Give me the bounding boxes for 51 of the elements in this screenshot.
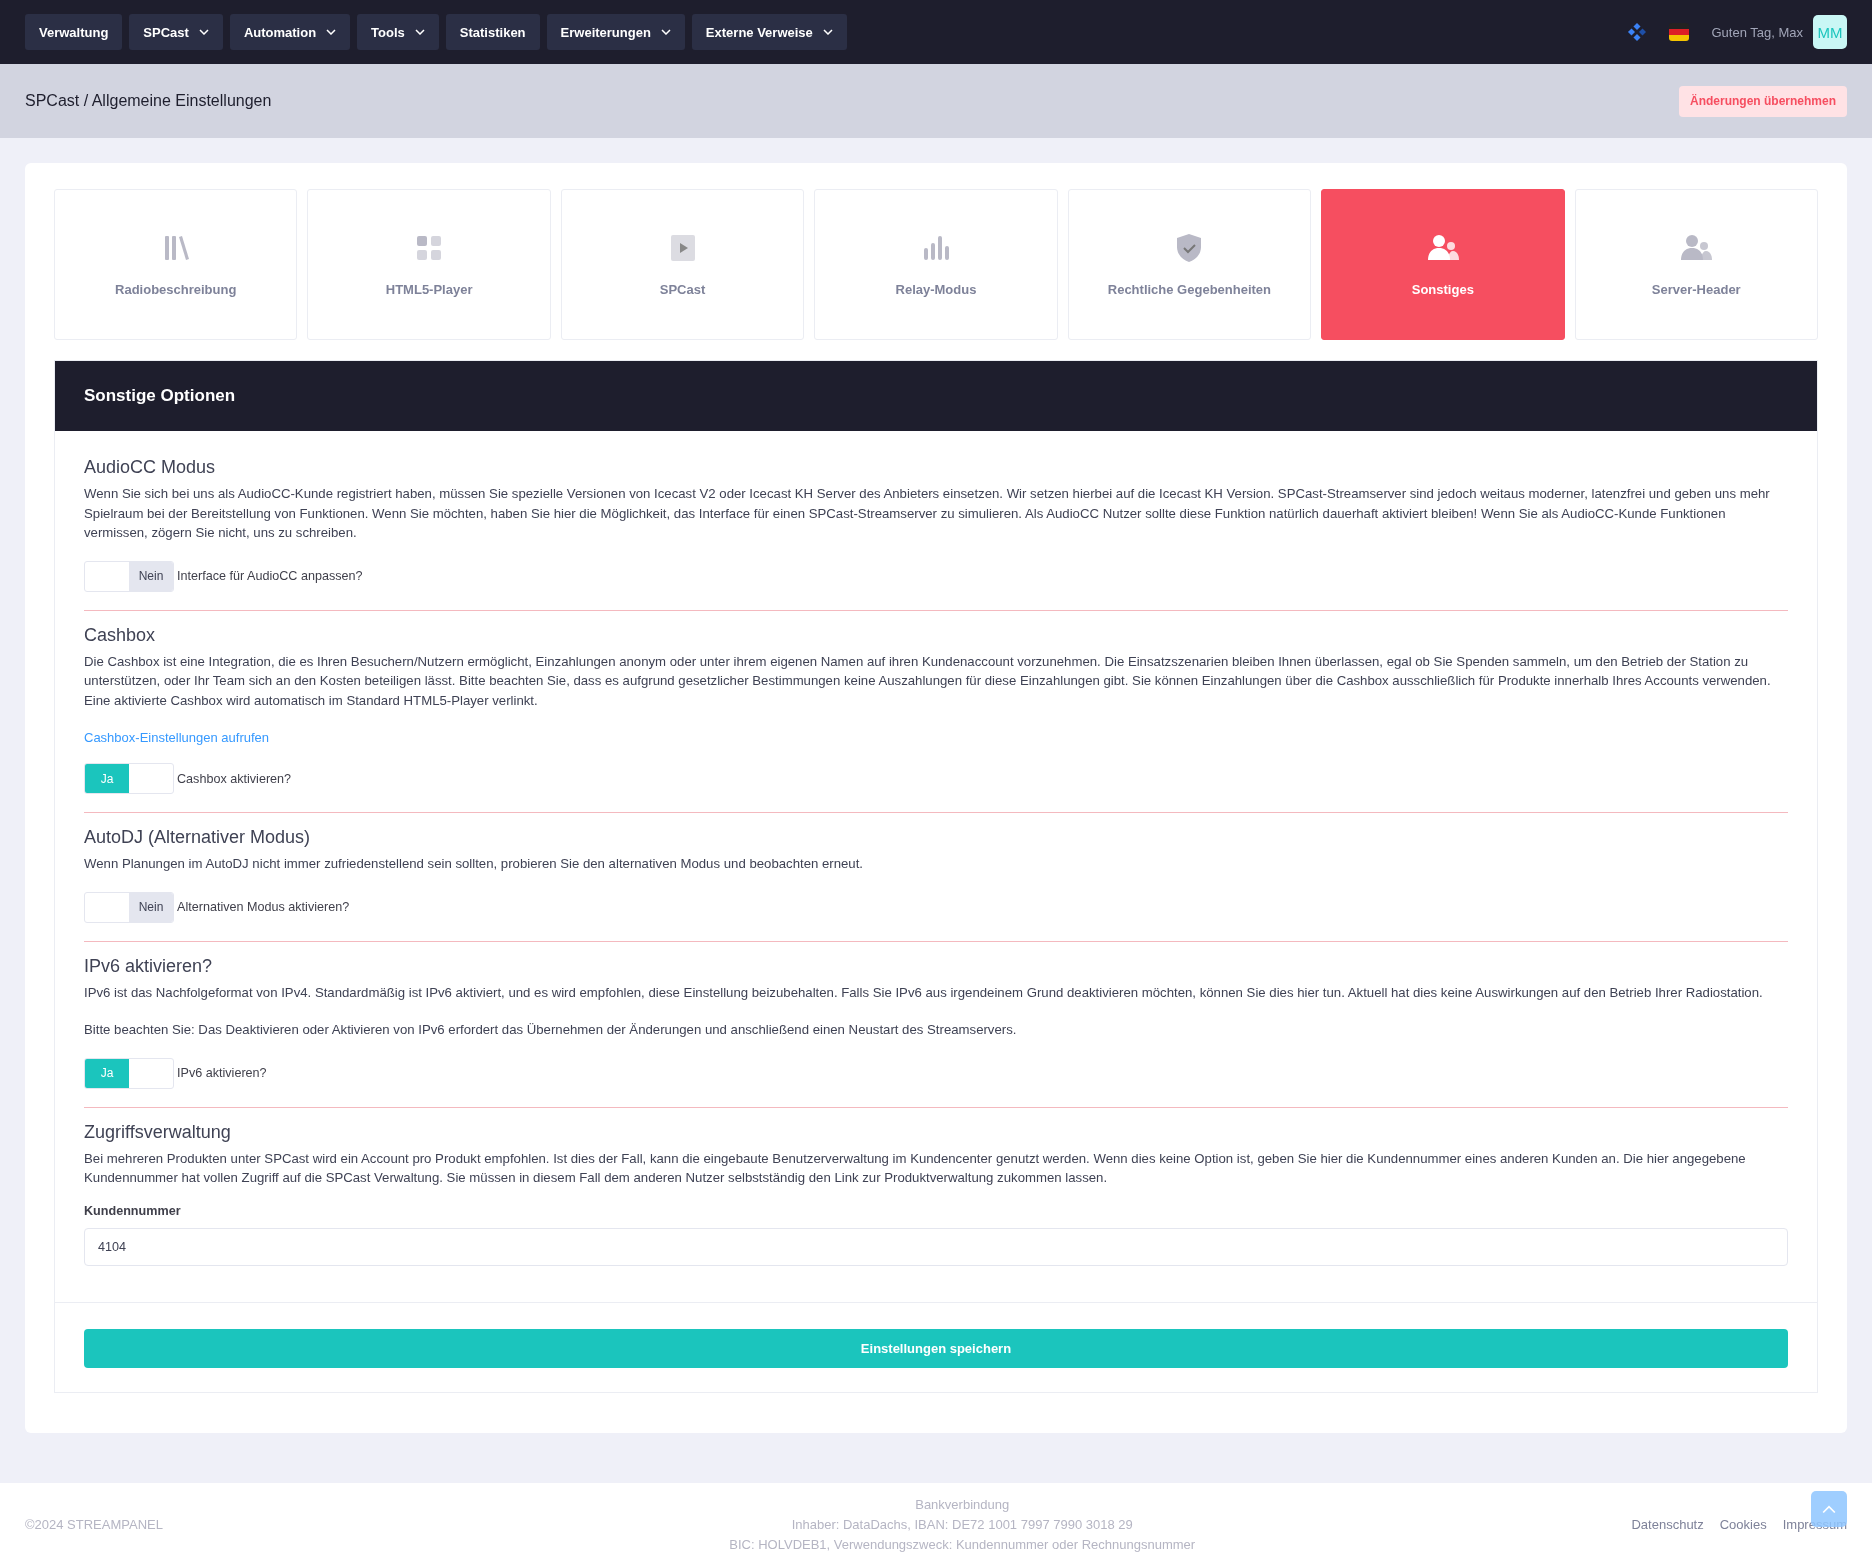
toggle-switch[interactable]: Nein — [84, 560, 174, 592]
nav-menu-button[interactable]: Verwaltung — [25, 14, 123, 50]
footer-link[interactable]: Cookies — [1719, 1517, 1767, 1533]
toggle-switch[interactable]: Nein — [84, 891, 174, 923]
save-settings-button[interactable]: Einstellungen speichern — [84, 1328, 1788, 1368]
section-title: AutoDJ (Alternativer Modus) — [84, 827, 312, 848]
nav-menu-button[interactable]: Externe Verweise — [691, 14, 847, 50]
nav-menu-button[interactable]: Automation — [229, 14, 351, 50]
toggle-label: Cashbox aktivieren? — [177, 771, 292, 786]
greeting-text: Guten Tag, Max — [1711, 24, 1803, 40]
toggle-label: IPv6 aktivieren? — [177, 1066, 267, 1080]
settings-tab[interactable]: Radiobeschreibung — [54, 189, 298, 340]
section-description: IPv6 ist das Nachfolgeformat von IPv4. Standardmäßig ist IPv6 aktiviert, und es wird empfohlen, diese Einstellung beizubehalten. Falls Sie IPv6 aus irgendeinem Grund deaktivieren möchten, können Sie dies hier tun. Aktuell hat dies keine Auswirkungen auf den Betrieb Ihrer Radiostation. — [84, 983, 1764, 1002]
section-title: Cashbox — [84, 624, 157, 646]
settings-tab[interactable]: Rechtliche Gegebenheiten — [1067, 189, 1312, 340]
diamond-grid-icon[interactable] — [1627, 22, 1648, 42]
panel-title: Sonstige Optionen — [84, 386, 236, 406]
footer-link[interactable]: Datenschutz — [1631, 1517, 1704, 1533]
settings-tab[interactable]: Sonstiges — [1321, 189, 1565, 340]
section-description: Wenn Sie sich bei uns als AudioCC-Kunde registriert haben, müssen Sie spezielle Versionen von Icecast V2 oder Icecast KH Server des Anbieters einsetzen. Wir setzen hierbei auf die Icecast KH Version. SPCast-Streamserver sind jedoch weitaus moderner, latenzfrei und geben uns mehr Spielraum bei der Bereitstellung von Funktionen. Wenn Sie möchten, haben Sie hier die Möglichkeit, das Interface für einen SPCast-Streamserver zu simulieren. Als AudioCC Nutzer sollte diese Funktion natürlich dauerhaft aktiviert bleiben! Wenn Sie als AudioCC-Kunde Funktionen vermissen, zögern Sie nicht, uns zu schreiben. — [84, 485, 1771, 542]
apply-changes-button[interactable]: Änderungen übernehmen — [1679, 85, 1847, 117]
toggle-switch[interactable]: Ja — [84, 1057, 174, 1089]
section-description: Bei mehreren Produkten unter SPCast wird ein Account pro Produkt empfohlen. Ist dies der Fall, kann die eingebaute Benutzerverwaltung im Kundencenter genutzt werden. Wenn dies keine Option ist, geben Sie hier die Kundennummer eines anderen Kunden an. Die hier angegebene Kundennummer hat vollen Zugriff auf die SPCast Verwaltung. Sie müssen in diesem Fall dem anderen Nutzer selbstständig den Link zur Produktverwaltung zukommen lassen. — [84, 1149, 1747, 1187]
nav-menu-button[interactable]: SPCast — [129, 14, 223, 50]
nav-menu-button[interactable]: Erweiterungen — [546, 14, 685, 50]
bank-info-text: BIC: HOLVDEB1, Verwendungszweck: Kundennummer oder Rechnungsnummer — [729, 1535, 1196, 1554]
section-description: Bitte beachten Sie: Das Deaktivieren oder Aktivieren von IPv6 erfordert das Übernehmen der Änderungen und anschließend einen Neustart des Streamservers. — [84, 1021, 1018, 1039]
section-description: Die Cashbox ist eine Integration, die es Ihren Besuchern/Nutzern ermöglicht, Einzahlungen anonym oder unter ihrem eigenen Namen auf ihren Kundenaccount vorzunehmen. Die Einsatzszenarien bleiben Ihnen überlassen, egal ob Sie Spenden sammeln, um den Betrieb der Station zu unterstützen, oder Ihr Team sich an den Kosten beteiligen lässt. Bitte beachten Sie, dass es aufgrund gesetzlicher Bestimmungen keine Auszahlungen für diese Einzahlungen gibt. Sie können Einzahlungen über die Cashbox ausschließlich für Produkte innerhalb Ihres Accounts verwenden. Eine aktivierte Cashbox wird automatisch im Standard HTML5-Player verlinkt. — [84, 652, 1772, 710]
section-title: AudioCC Modus — [84, 457, 217, 478]
nav-menu-button[interactable]: Tools — [357, 14, 439, 50]
settings-tab[interactable]: Relay-Modus — [814, 189, 1058, 340]
footer-link[interactable]: Impressum — [1782, 1517, 1847, 1533]
section-description: Wenn Planungen im AutoDJ nicht immer zufriedenstellend sein sollten, probieren Sie den alternativen Modus und beobachten erneut. — [84, 855, 865, 873]
bank-info-text: Inhaber: DataDachs, IBAN: DE72 1001 7997 7990 3018 29 — [791, 1515, 1133, 1534]
field-label: Kundennummer — [84, 1203, 182, 1218]
settings-tab[interactable]: HTML5-Player — [307, 189, 551, 340]
chevron-up-icon — [1822, 1503, 1836, 1514]
breadcrumb: SPCast / Allgemeine Einstellungen — [25, 92, 272, 110]
nav-menu-button[interactable]: Statistiken — [445, 14, 540, 50]
toggle-label: Alternativen Modus aktivieren? — [177, 900, 350, 914]
section-title: IPv6 aktivieren? — [84, 955, 214, 977]
section-title: Zugriffsverwaltung — [84, 1121, 232, 1143]
toggle-label: Interface für AudioCC anpassen? — [177, 569, 363, 583]
settings-tab[interactable]: SPCast — [560, 189, 805, 340]
customer-number-field[interactable]: 4104 — [84, 1227, 1788, 1266]
flag-icon[interactable] — [1669, 23, 1690, 41]
copyright-text: ©2024 STREAMPANEL — [25, 1517, 163, 1533]
toggle-switch[interactable]: Ja — [84, 763, 174, 794]
settings-link[interactable]: Cashbox-Einstellungen aufrufen — [84, 730, 269, 745]
settings-tab[interactable]: Server-Header — [1574, 189, 1818, 340]
bank-info-text: Bankverbindung — [915, 1495, 1010, 1514]
